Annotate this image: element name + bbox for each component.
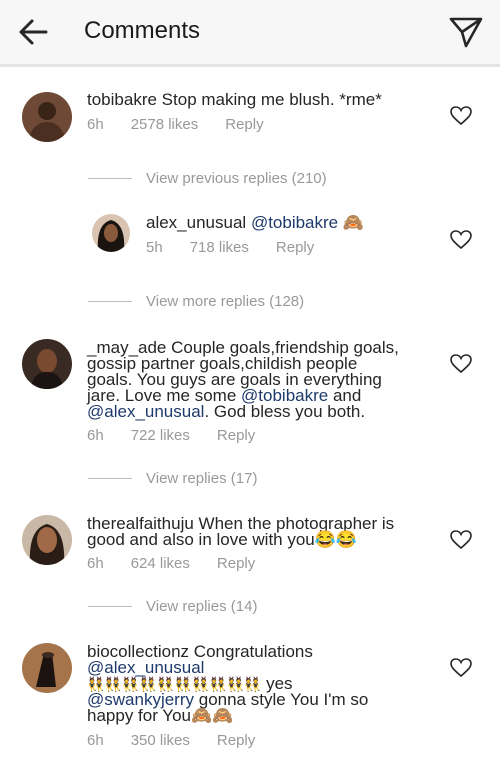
- view-more-replies-label: View more replies (128): [146, 292, 305, 310]
- comment-meta: 6h 350 likes Reply: [87, 732, 255, 749]
- view-replies[interactable]: View replies (17): [88, 468, 257, 488]
- page-title: Comments: [84, 17, 201, 44]
- heart-icon[interactable]: [450, 106, 472, 126]
- heart-icon[interactable]: [450, 230, 472, 250]
- comment-body: Stop making me blush. *rme*: [161, 90, 382, 109]
- view-replies-label: View replies (17): [146, 469, 258, 487]
- reply-button[interactable]: Reply: [217, 427, 255, 444]
- avatar[interactable]: [22, 92, 72, 142]
- view-more-replies[interactable]: View more replies (128): [88, 291, 304, 311]
- comment-likes[interactable]: 718 likes: [190, 239, 249, 256]
- view-replies-label: View replies (14): [146, 597, 258, 615]
- avatar[interactable]: [22, 643, 72, 693]
- heart-icon[interactable]: [450, 530, 472, 550]
- mention-link[interactable]: @tobibakre: [251, 213, 338, 232]
- comment-time: 6h: [87, 555, 104, 572]
- comment-text: biocollectionz Congratulations @alex_unu…: [87, 642, 447, 725]
- divider-line: [88, 300, 132, 302]
- comment-meta: 6h 624 likes Reply: [87, 555, 255, 572]
- comment-time: 6h: [87, 732, 104, 749]
- back-arrow-icon[interactable]: [16, 16, 52, 48]
- emoji: 🙈: [342, 213, 365, 232]
- emoji: 😂😂: [314, 530, 358, 549]
- comment-meta: 5h 718 likes Reply: [146, 239, 314, 256]
- view-replies[interactable]: View replies (14): [88, 596, 257, 616]
- comment-username[interactable]: alex_unusual: [146, 213, 246, 232]
- mention-link[interactable]: @alex_unusual: [87, 658, 204, 677]
- reply-button[interactable]: Reply: [225, 116, 263, 133]
- reply-button[interactable]: Reply: [217, 555, 255, 572]
- comment-text: tobibakre Stop making me blush. *rme*: [87, 90, 447, 109]
- mention-link[interactable]: @alex_unusual: [87, 402, 204, 421]
- comment-text: therealfaithuju When the photographer is…: [87, 515, 447, 549]
- comment-body: . God bless you both.: [204, 402, 366, 421]
- comment-time: 5h: [146, 239, 163, 256]
- comment-text: _may_ade Couple goals,friendship goals, …: [87, 339, 447, 421]
- avatar[interactable]: [22, 515, 72, 565]
- view-previous-replies[interactable]: View previous replies (210): [88, 168, 327, 188]
- header-bar: Comments: [0, 0, 500, 64]
- header-divider: [0, 64, 500, 67]
- comment-body: Congratulations: [193, 642, 313, 661]
- avatar[interactable]: [92, 214, 130, 252]
- avatar[interactable]: [22, 339, 72, 389]
- reply-button[interactable]: Reply: [276, 239, 314, 256]
- divider-line: [88, 605, 132, 607]
- divider-line: [88, 177, 132, 179]
- heart-icon[interactable]: [450, 658, 472, 678]
- comment-likes[interactable]: 624 likes: [131, 555, 190, 572]
- comment-meta: 6h 722 likes Reply: [87, 427, 255, 444]
- comment-likes[interactable]: 2578 likes: [131, 116, 199, 133]
- reply-button[interactable]: Reply: [217, 732, 255, 749]
- comment-meta: 6h 2578 likes Reply: [87, 116, 264, 133]
- comment-time: 6h: [87, 427, 104, 444]
- direct-send-icon[interactable]: [448, 14, 484, 50]
- comment-likes[interactable]: 350 likes: [131, 732, 190, 749]
- heart-icon[interactable]: [450, 354, 472, 374]
- comment-username[interactable]: tobibakre: [87, 90, 157, 109]
- comment-likes[interactable]: 722 likes: [131, 427, 190, 444]
- emoji: 🙈🙈: [190, 706, 234, 725]
- divider-line: [88, 477, 132, 479]
- comment-text: alex_unusual @tobibakre 🙈: [146, 213, 446, 232]
- comment-body: good and also in love with you: [87, 530, 315, 549]
- comment-body: happy for You: [87, 706, 191, 725]
- comment-time: 6h: [87, 116, 104, 133]
- view-previous-replies-label: View previous replies (210): [146, 169, 327, 187]
